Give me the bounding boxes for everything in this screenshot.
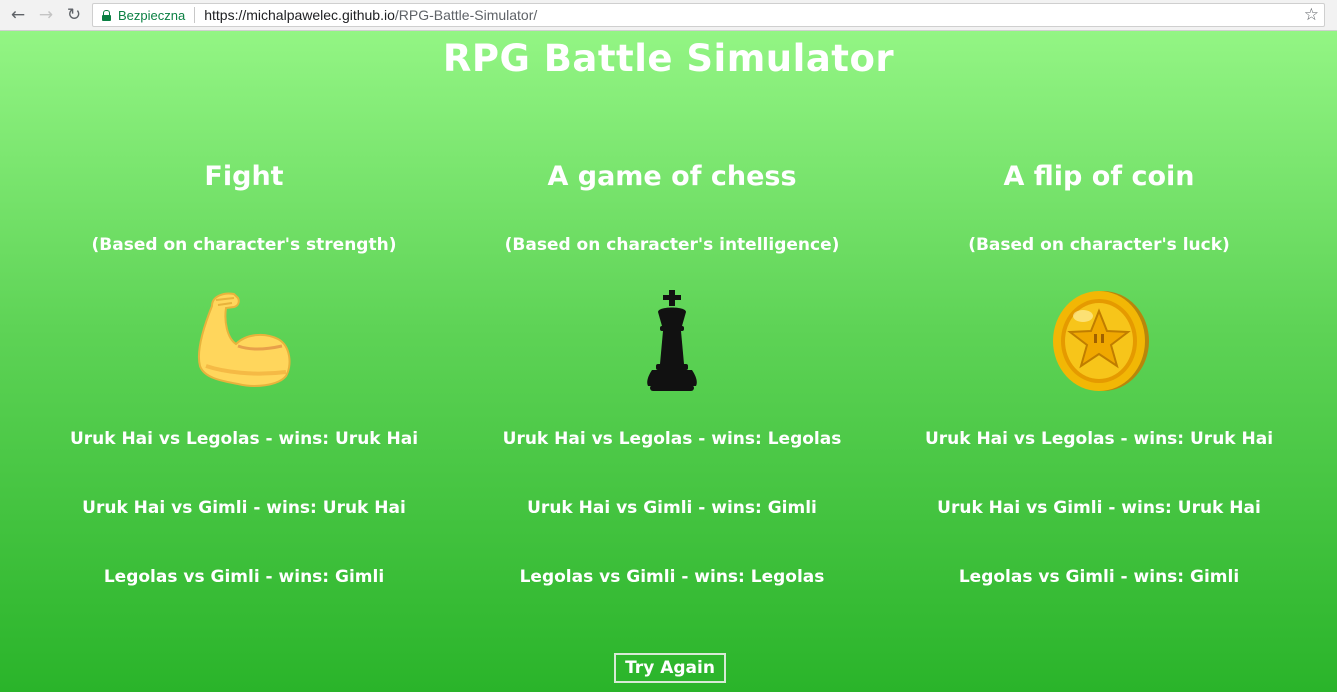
chess-king-icon <box>647 290 697 391</box>
coin-result-3: Legolas vs Gimli - wins: Gimli <box>958 567 1240 587</box>
try-again-button[interactable]: Try Again <box>614 653 726 683</box>
page-title: RPG Battle Simulator <box>442 37 895 80</box>
fight-result-1: Uruk Hai vs Legolas - wins: Uruk Hai <box>69 429 419 449</box>
reload-icon[interactable]: ↻ <box>64 5 84 25</box>
coin-result-1: Uruk Hai vs Legolas - wins: Uruk Hai <box>924 429 1274 449</box>
fight-result-3: Legolas vs Gimli - wins: Gimli <box>103 567 385 587</box>
omnibox-divider <box>194 7 196 23</box>
secure-label: Bezpieczna <box>118 7 186 23</box>
bookmark-star-icon[interactable]: ☆ <box>1304 5 1319 25</box>
chess-result-3: Legolas vs Gimli - wins: Legolas <box>519 567 825 587</box>
address-bar[interactable]: Bezpieczna https://michalpawelec.github.… <box>92 3 1325 27</box>
url-text[interactable]: https://michalpawelec.github.io/RPG-Batt… <box>204 7 537 23</box>
back-arrow-icon[interactable]: ← <box>8 5 28 25</box>
coin-title: A flip of coin <box>1003 161 1195 192</box>
fight-subtitle: (Based on character's strength) <box>91 235 397 255</box>
lock-icon <box>102 9 111 21</box>
forward-arrow-icon[interactable]: → <box>36 5 56 25</box>
chess-result-2: Uruk Hai vs Gimli - wins: Gimli <box>527 498 817 518</box>
flexed-biceps-icon <box>198 292 291 387</box>
chess-title: A game of chess <box>547 161 797 192</box>
fight-result-2: Uruk Hai vs Gimli - wins: Uruk Hai <box>82 498 406 518</box>
page-content: RPG Battle Simulator Fight (Based on cha… <box>0 31 1337 692</box>
gold-coin-icon <box>1053 291 1149 391</box>
url-host: https://michalpawelec.github.io <box>204 7 395 23</box>
coin-result-2: Uruk Hai vs Gimli - wins: Uruk Hai <box>937 498 1261 518</box>
coin-subtitle: (Based on character's luck) <box>968 235 1230 255</box>
fight-title: Fight <box>204 161 284 192</box>
browser-toolbar: ← → ↻ Bezpieczna https://michalpawelec.g… <box>0 0 1337 31</box>
url-path: /RPG-Battle-Simulator/ <box>394 7 538 23</box>
chess-subtitle: (Based on character's intelligence) <box>504 235 840 255</box>
chess-result-1: Uruk Hai vs Legolas - wins: Legolas <box>502 429 842 449</box>
